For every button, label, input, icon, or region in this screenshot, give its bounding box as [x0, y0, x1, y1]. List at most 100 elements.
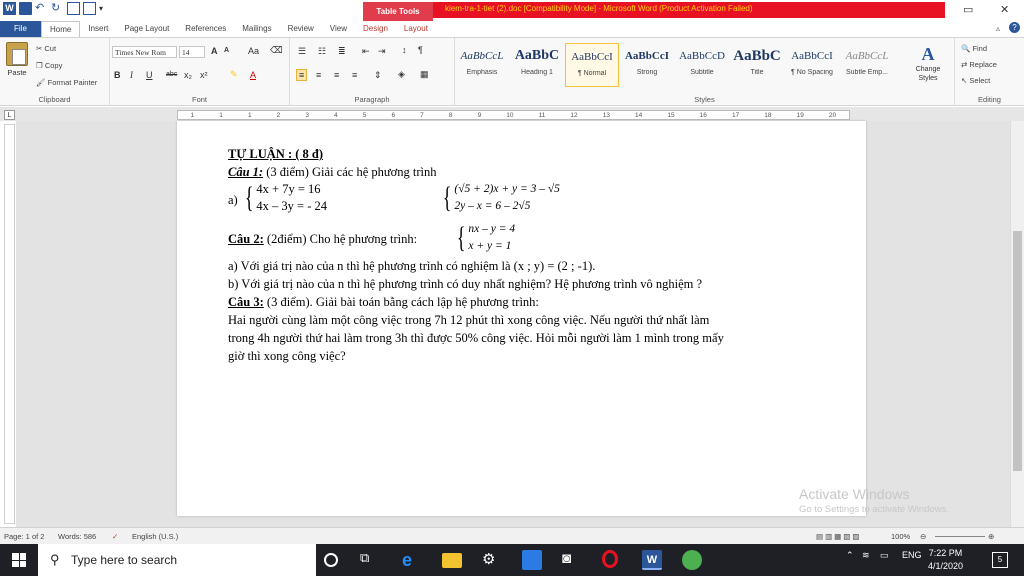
underline-button[interactable]: U — [146, 70, 153, 80]
find-button[interactable]: 🔍 Find — [961, 44, 987, 53]
redo-icon[interactable]: ↻ — [51, 2, 64, 15]
align-right-icon[interactable]: ≡ — [334, 70, 339, 80]
network-icon[interactable]: ≋ — [862, 550, 870, 561]
page-count[interactable]: Page: 1 of 2 — [4, 532, 44, 541]
shading-icon[interactable]: ◈ — [398, 69, 405, 80]
zoom-out-icon[interactable]: ⊖ — [920, 532, 926, 541]
style-subtle-emphasis[interactable]: AaBbCcL Subtle Emp... — [840, 43, 894, 87]
notification-badge[interactable]: 5 — [992, 552, 1008, 568]
bold-button[interactable]: B — [114, 70, 121, 80]
zoom-slider[interactable] — [935, 536, 985, 537]
keyboard-language[interactable]: ENG — [902, 550, 922, 560]
strikethrough-button[interactable]: abc — [166, 71, 177, 78]
zoom-level[interactable]: 100% — [891, 532, 910, 541]
taskbar-search[interactable]: ⚲ Type here to search — [38, 544, 316, 576]
align-center-icon[interactable]: ≡ — [316, 70, 321, 80]
tab-home[interactable]: Home — [41, 21, 81, 37]
style-emphasis[interactable]: AaBbCcL Emphasis — [455, 43, 509, 87]
zoom-in-icon[interactable]: ⊕ — [988, 532, 994, 541]
style-heading-1[interactable]: AaBbC Heading 1 — [510, 43, 564, 87]
select-button[interactable]: ↖ Select — [961, 76, 990, 85]
undo-icon[interactable]: ↶ — [35, 2, 48, 15]
highlight-icon[interactable]: ✎ — [230, 69, 238, 80]
store-icon[interactable] — [522, 550, 542, 570]
cortana-icon[interactable] — [324, 553, 338, 567]
ruler-number: 8 — [448, 112, 453, 119]
font-color-button[interactable]: A — [250, 70, 256, 80]
cut-button[interactable]: ✂ Cut — [36, 44, 56, 53]
justify-icon[interactable]: ≡ — [352, 70, 357, 80]
style-normal[interactable]: AaBbCcI ¶ Normal — [565, 43, 619, 87]
camera-icon[interactable]: ◙ — [562, 550, 582, 570]
edge-icon[interactable]: e — [402, 550, 422, 570]
horizontal-ruler[interactable]: 1 1 1 2 3 4 5 6 7 8 9 10 11 12 13 14 15 16 17 18 19 20 — [177, 110, 850, 120]
multilevel-list-icon[interactable]: ≣ — [338, 46, 346, 57]
tab-mailings[interactable]: Mailings — [234, 21, 279, 37]
change-styles-button[interactable]: A Change Styles — [912, 44, 944, 83]
battery-icon[interactable]: ▭ — [880, 550, 889, 561]
taskbar-clock[interactable]: 7:22 PM 4/1/2020 — [928, 547, 963, 573]
increase-indent-icon[interactable]: ⇥ — [378, 46, 386, 57]
bullets-icon[interactable]: ☰ — [298, 46, 306, 57]
show-formatting-button[interactable]: ¶ — [418, 45, 423, 55]
tab-view[interactable]: View — [322, 21, 355, 37]
vertical-scrollbar[interactable] — [1010, 121, 1024, 527]
copy-button[interactable]: ❐ Copy — [36, 61, 62, 70]
language-indicator[interactable]: English (U.S.) — [132, 532, 178, 541]
align-left-icon[interactable]: ≡ — [296, 69, 308, 81]
clear-format-icon[interactable]: ⌫ — [270, 45, 283, 56]
numbering-icon[interactable]: ☷ — [318, 46, 326, 57]
word-count[interactable]: Words: 586 — [58, 532, 96, 541]
style-strong[interactable]: AaBbCcI Strong — [620, 43, 674, 87]
decrease-indent-icon[interactable]: ⇤ — [362, 46, 370, 57]
document-page[interactable]: TỰ LUẬN : ( 8 đ) Câu 1: (3 điểm) Giải cá… — [177, 121, 866, 516]
style-title[interactable]: AaBbC Title — [730, 43, 784, 87]
tab-insert[interactable]: Insert — [80, 21, 116, 37]
save-icon[interactable] — [19, 2, 32, 15]
tab-review[interactable]: Review — [280, 21, 322, 37]
opera-icon[interactable] — [602, 550, 618, 568]
tab-references[interactable]: References — [177, 21, 234, 37]
style-subtitle[interactable]: AaBbCcD Subtitle — [675, 43, 729, 87]
document-body[interactable]: TỰ LUẬN : ( 8 đ) Câu 1: (3 điểm) Giải cá… — [228, 145, 828, 365]
vertical-ruler[interactable] — [4, 124, 15, 524]
font-name-select[interactable]: Times New Rom — [112, 46, 177, 58]
proofing-icon[interactable]: ✓ — [112, 532, 118, 541]
print-icon[interactable] — [83, 2, 96, 15]
minimize-ribbon-icon[interactable]: ▵ — [996, 24, 1000, 33]
task-view-icon[interactable]: ⧉ — [360, 550, 380, 570]
line-spacing-icon[interactable]: ⇕ — [374, 70, 382, 81]
restore-button[interactable]: ▭ — [963, 3, 973, 16]
subscript-button[interactable]: x₂ — [184, 70, 192, 80]
tab-layout[interactable]: Layout — [396, 21, 436, 37]
close-button[interactable]: ✕ — [1000, 3, 1009, 16]
customize-toolbar-icon[interactable]: ▾ — [99, 2, 112, 15]
help-icon[interactable]: ? — [1009, 22, 1020, 33]
replace-button[interactable]: ⇄ Replace — [961, 60, 997, 69]
sort-icon[interactable]: ↕ — [402, 45, 407, 55]
word-taskbar-icon[interactable]: W — [642, 550, 662, 570]
font-size-select[interactable]: 14 — [179, 46, 205, 58]
tray-arrow-icon[interactable]: ⌃ — [846, 550, 854, 561]
format-painter-button[interactable]: 🖌 Format Painter — [36, 78, 97, 87]
start-button[interactable] — [0, 544, 38, 576]
style-no-spacing[interactable]: AaBbCcI ¶ No Spacing — [785, 43, 839, 87]
change-case-button[interactable]: Aa — [248, 46, 259, 56]
tab-page-layout[interactable]: Page Layout — [116, 21, 177, 37]
tab-selector-icon[interactable]: L — [4, 110, 15, 120]
settings-icon[interactable]: ⚙ — [482, 550, 502, 570]
superscript-button[interactable]: x² — [200, 70, 208, 80]
tab-file[interactable]: File — [0, 21, 41, 37]
borders-icon[interactable]: ▦ — [420, 69, 429, 80]
q2-text: (2điểm) Cho hệ phương trình: — [263, 232, 418, 246]
grow-font-button[interactable]: A — [211, 46, 218, 56]
tab-design[interactable]: Design — [355, 21, 396, 37]
paste-button[interactable]: Paste — [4, 42, 30, 77]
app-green-icon[interactable] — [682, 550, 702, 570]
file-explorer-icon[interactable] — [442, 553, 462, 568]
shrink-font-button[interactable]: A — [224, 47, 229, 54]
italic-button[interactable]: I — [130, 70, 133, 80]
view-buttons-icon[interactable]: ▤▥▦▧▨ — [816, 532, 861, 541]
print-preview-icon[interactable] — [67, 2, 80, 15]
scrollbar-thumb[interactable] — [1013, 231, 1022, 471]
